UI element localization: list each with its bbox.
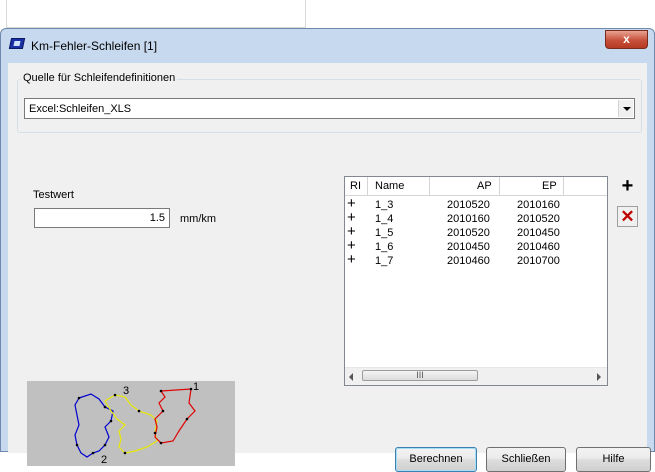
row-name: 1_4 xyxy=(375,213,394,225)
node xyxy=(159,441,163,445)
node xyxy=(77,396,81,400)
list-row[interactable]: + 1_7 2010460 2010700 xyxy=(345,251,607,268)
testwert-input[interactable]: 1.5 xyxy=(34,208,170,228)
row-ep: 2010460 xyxy=(517,241,560,253)
list-row[interactable]: + 1_5 2010520 2010450 xyxy=(345,223,607,240)
help-button[interactable]: Hilfe xyxy=(576,447,651,472)
scroll-right-arrow-icon[interactable] xyxy=(597,373,601,381)
direction-plus-icon: + xyxy=(347,251,356,268)
node xyxy=(159,389,163,393)
row-ep: 2010700 xyxy=(517,255,560,267)
row-ap: 2010460 xyxy=(447,255,490,267)
node xyxy=(109,419,113,423)
node xyxy=(185,417,189,421)
column-header-ri[interactable]: RI xyxy=(350,180,361,192)
loops-listview[interactable]: RI Name AP EP + 1_3 2010520 2010160 + 1_… xyxy=(344,176,608,386)
background-field xyxy=(6,0,306,28)
column-header-ap[interactable]: AP xyxy=(477,180,492,192)
testwert-unit-label: mm/km xyxy=(180,213,217,225)
node xyxy=(113,393,117,397)
list-row[interactable]: + 1_3 2010520 2010160 xyxy=(345,195,607,212)
node xyxy=(103,405,107,409)
row-ap: 2010520 xyxy=(447,227,490,239)
node xyxy=(153,431,157,435)
row-name: 1_7 xyxy=(375,255,394,267)
loop-2-label: 2 xyxy=(101,454,107,466)
app-window-icon xyxy=(8,38,26,49)
column-divider[interactable] xyxy=(429,177,430,195)
list-row[interactable]: + 1_6 2010450 2010460 xyxy=(345,237,607,254)
add-loop-button[interactable]: + xyxy=(617,176,638,197)
column-divider[interactable] xyxy=(563,177,564,195)
column-divider[interactable] xyxy=(367,177,368,195)
row-ep: 2010160 xyxy=(517,199,560,211)
window-title: Km-Fehler-Schleifen [1] xyxy=(31,39,158,53)
chevron-down-icon[interactable] xyxy=(618,100,633,117)
node xyxy=(161,409,165,413)
column-divider[interactable] xyxy=(499,177,500,195)
testwert-label: Testwert xyxy=(33,189,74,201)
node xyxy=(75,443,79,447)
scrollbar-thumb[interactable]: III xyxy=(362,370,478,381)
node xyxy=(123,451,127,455)
loop-3-label: 3 xyxy=(123,385,129,397)
loop-1-label: 1 xyxy=(193,381,199,393)
source-combobox-value: Excel:Schleifen_XLS xyxy=(29,103,132,115)
row-ap: 2010160 xyxy=(447,213,490,225)
node xyxy=(137,409,141,413)
scroll-left-arrow-icon[interactable] xyxy=(349,373,353,381)
preview-background xyxy=(27,381,235,466)
column-header-ep[interactable]: EP xyxy=(542,180,557,192)
delete-loop-button[interactable]: ✕ xyxy=(617,206,638,227)
list-row[interactable]: + 1_4 2010160 2010520 xyxy=(345,209,607,226)
title-bar[interactable]: Km-Fehler-Schleifen [1] x xyxy=(1,29,654,63)
row-name: 1_5 xyxy=(375,227,394,239)
source-combobox[interactable]: Excel:Schleifen_XLS xyxy=(24,98,635,119)
row-name: 1_3 xyxy=(375,199,394,211)
node xyxy=(189,387,193,391)
row-ap: 2010520 xyxy=(447,199,490,211)
calculate-button[interactable]: Berechnen xyxy=(395,447,477,472)
row-ap: 2010450 xyxy=(447,241,490,253)
node xyxy=(103,443,107,447)
dialog-window: Km-Fehler-Schleifen [1] x Quelle für Sch… xyxy=(0,28,655,472)
dialog-client-area: Quelle für Schleifendefinitionen Excel:S… xyxy=(8,63,651,472)
close-window-button[interactable]: x xyxy=(605,30,648,49)
close-button[interactable]: Schließen xyxy=(486,447,566,472)
source-group-label: Quelle für Schleifendefinitionen xyxy=(21,72,178,84)
loops-preview-map: 1 2 3 xyxy=(27,381,235,466)
node xyxy=(91,451,95,455)
listview-header: RI Name AP EP xyxy=(345,177,607,196)
horizontal-scrollbar[interactable]: III xyxy=(345,367,607,385)
row-ep: 2010450 xyxy=(517,227,560,239)
column-header-name[interactable]: Name xyxy=(375,180,404,192)
row-name: 1_6 xyxy=(375,241,394,253)
row-ep: 2010520 xyxy=(517,213,560,225)
